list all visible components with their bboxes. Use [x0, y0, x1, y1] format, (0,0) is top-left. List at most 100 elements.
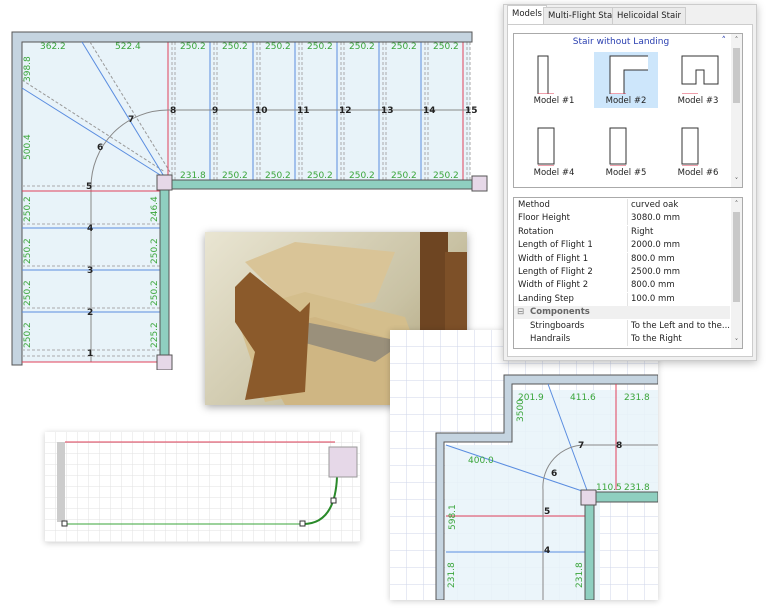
stair-model-icon: [681, 127, 699, 167]
tab-helicoidal-stair[interactable]: Helicoidal Stair: [612, 7, 687, 25]
dimension-label: 250.2: [222, 42, 248, 52]
stair-model-icon: [681, 55, 719, 95]
collapse-group-icon[interactable]: ˄: [722, 36, 727, 46]
dimension-label: 250.2: [391, 42, 417, 52]
step-number: 14: [423, 106, 436, 116]
newel-post: [471, 175, 488, 192]
property-row[interactable]: Length of Flight 1 2000.0 mm: [514, 239, 730, 253]
components-category[interactable]: ⊟ Components: [514, 306, 730, 320]
property-value[interactable]: 3080.0 mm: [631, 212, 680, 225]
step-number: 8: [616, 441, 622, 451]
property-row[interactable]: Handrails To the Right: [514, 333, 730, 346]
dimension-label: 250.2: [180, 42, 206, 52]
property-name: Rotation: [518, 226, 554, 237]
property-value[interactable]: 100.0 mm: [631, 293, 675, 306]
step-number: 4: [87, 224, 93, 234]
dimension-label: 250.2: [23, 196, 33, 222]
dimension-label: 250.2: [307, 42, 333, 52]
step-number: 10: [255, 106, 268, 116]
dimension-label: 246.4: [150, 196, 160, 222]
step-number: 6: [97, 143, 103, 153]
stair-path-editor[interactable]: [45, 432, 360, 542]
stair-properties-panel: Models Multi-Flight Stair Helicoidal Sta…: [503, 4, 757, 361]
model-label: Model #1: [533, 96, 575, 106]
property-row[interactable]: Width of Flight 1 800.0 mm: [514, 252, 730, 266]
step-number: 5: [544, 507, 550, 517]
stair-plan-detail[interactable]: 201.9 411.6 231.83500400.0598.1110.5 231.82…: [390, 330, 658, 600]
stringer: [159, 188, 170, 360]
dimension-label: 250.2: [265, 42, 291, 52]
step-number: 7: [128, 115, 134, 125]
newel-post: [156, 174, 173, 191]
model-item[interactable]: Model #4: [522, 124, 586, 180]
property-name: Width of Flight 1: [518, 253, 589, 264]
property-name: Width of Flight 2: [518, 280, 589, 291]
property-name: Method: [518, 200, 550, 210]
property-value[interactable]: Right: [631, 226, 653, 239]
property-value[interactable]: 800.0 mm: [631, 279, 675, 292]
property-row[interactable]: Rotation Right: [514, 225, 730, 239]
property-value[interactable]: 800.0 mm: [631, 253, 675, 266]
stair-model-icon: [537, 55, 554, 95]
dimension-label: 362.2: [40, 42, 66, 52]
dimension-label: 250.2: [391, 171, 417, 181]
collapse-icon[interactable]: ⊟: [517, 306, 524, 319]
step-number: 7: [578, 441, 584, 451]
step-number: 9: [212, 106, 218, 116]
dimension-label: 250.2: [23, 280, 33, 306]
dimension-label: 250.2: [23, 238, 33, 264]
category-label: Components: [530, 307, 590, 318]
dimension-label: 231.8: [575, 562, 585, 588]
model-label: Model #6: [677, 168, 719, 178]
step-number: 3: [87, 266, 93, 276]
step-number: 15: [465, 106, 478, 116]
step-number: 11: [297, 106, 310, 116]
dimension-label: 250.2: [307, 171, 333, 181]
property-grid: Method curved oak Floor Height 3080.0 mm Rot…: [513, 197, 743, 349]
dimension-label: 250.2: [222, 171, 248, 181]
property-value[interactable]: curved oak: [631, 199, 678, 212]
step-number: 8: [170, 106, 176, 116]
model-item[interactable]: Model #5: [594, 124, 658, 180]
stair-model-icon: [609, 55, 651, 95]
property-value[interactable]: 2000.0 mm: [631, 239, 680, 252]
model-label: Model #3: [677, 96, 719, 106]
stair-model-icon: [609, 127, 627, 167]
property-row[interactable]: Landing Step 100.0 mm: [514, 292, 730, 306]
tab-models[interactable]: Models: [507, 5, 547, 25]
property-row[interactable]: Floor Height 3080.0 mm: [514, 212, 730, 226]
dimension-label: 500.4: [23, 134, 33, 160]
dimension-label: 231.8: [447, 562, 457, 588]
step-number: 13: [381, 106, 394, 116]
newel-post: [156, 354, 173, 370]
step-number: 2: [87, 308, 93, 318]
dimension-label: 250.2: [433, 42, 459, 52]
property-name: Floor Height: [518, 213, 570, 224]
dimension-label: 598.1: [448, 504, 458, 530]
dimension-label: 225.2: [150, 322, 160, 348]
property-value[interactable]: 2500.0 mm: [631, 266, 680, 279]
dimension-label: 411.6: [570, 393, 596, 403]
dimension-label: 250.2: [150, 280, 160, 306]
property-name: Length of Flight 2: [518, 267, 593, 277]
property-name: Handrails: [530, 334, 571, 344]
models-scrollbar[interactable]: ˄ ˅: [731, 34, 742, 187]
model-item[interactable]: Model #6: [666, 124, 730, 180]
model-item[interactable]: Model #2: [594, 52, 658, 108]
dimension-label: 250.2: [349, 171, 375, 181]
group-title: Stair without Landing: [572, 37, 670, 47]
property-row[interactable]: Method curved oak: [514, 199, 730, 212]
property-value[interactable]: To the Left and to the...: [631, 320, 730, 333]
dimension-label: 250.2: [265, 171, 291, 181]
property-row[interactable]: Length of Flight 2 2500.0 mm: [514, 266, 730, 279]
property-value[interactable]: To the Right: [631, 333, 682, 346]
properties-scrollbar[interactable]: ˄ ˅: [731, 198, 742, 348]
model-label: Model #2: [605, 96, 647, 106]
property-row[interactable]: Stringboards To the Left and to the...: [514, 319, 730, 333]
property-row[interactable]: Width of Flight 2 800.0 mm: [514, 279, 730, 293]
model-item[interactable]: Model #3: [666, 52, 730, 108]
model-item[interactable]: Model #1: [522, 52, 586, 108]
dimension-label: 398.8: [23, 56, 33, 82]
dimension-label: 110.5: [596, 483, 622, 493]
dimension-label: 231.8: [624, 483, 650, 493]
